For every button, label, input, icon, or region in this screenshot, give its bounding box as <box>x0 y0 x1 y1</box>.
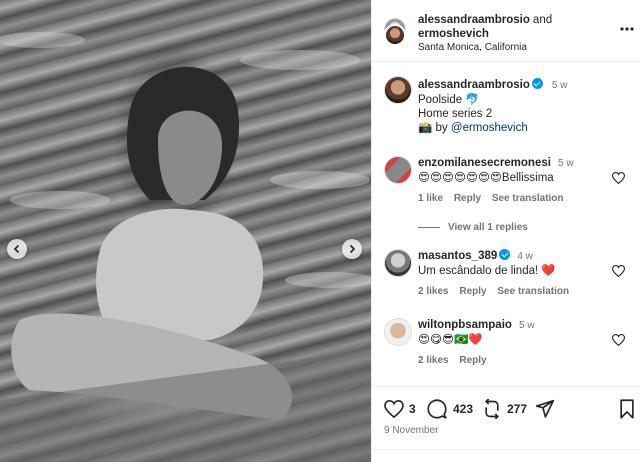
post-header: alessandraambrosio and ermoshevich Santa… <box>372 0 640 62</box>
comment-avatar[interactable] <box>384 318 412 346</box>
view-replies-button[interactable]: View all 1 replies <box>418 222 528 233</box>
comment-icon[interactable] <box>427 399 447 419</box>
comments-count[interactable]: 423 <box>453 402 473 416</box>
comment-item: masantos_389 4 w Um escândalo de linda! … <box>418 249 618 299</box>
caption-line-3: 📸 by @ermoshevich <box>418 121 628 135</box>
more-options-icon[interactable] <box>620 27 634 31</box>
post-side-panel: alessandraambrosio and ermoshevich Santa… <box>371 0 640 462</box>
caption: alessandraambrosio 5 w Poolside 🐬 Home s… <box>418 78 628 135</box>
dolphin-emoji: 🐬 <box>465 94 480 106</box>
repost-icon[interactable] <box>482 399 502 419</box>
caption-line-3-prefix: by <box>435 122 448 134</box>
author-avatar[interactable] <box>384 24 406 46</box>
comment-item: wiltonpbsampaio 5 w 😍😋😎🇧🇷❤️ 2 likes Repl… <box>418 318 618 368</box>
header-username-1[interactable]: alessandraambrosio <box>418 14 530 26</box>
comment-likes[interactable]: 2 likes <box>418 286 449 297</box>
replies-divider <box>418 227 440 228</box>
carousel-next-button[interactable] <box>342 239 362 259</box>
comment-text: Um escândalo de linda! ❤️ <box>418 265 556 277</box>
comment-username[interactable]: wiltonpbsampaio <box>418 319 512 331</box>
comment-actions: 2 likes Reply See translation <box>418 284 618 299</box>
caption-avatar[interactable] <box>384 76 412 104</box>
comment-avatar[interactable] <box>384 156 412 184</box>
photo-content <box>0 32 371 462</box>
comment-text: 😍😋😎🇧🇷❤️ <box>418 334 483 346</box>
comment-avatar[interactable] <box>384 249 412 277</box>
caption-line-1: Poolside 🐬 <box>418 93 628 107</box>
comment-time[interactable]: 5 w <box>519 320 535 331</box>
caption-time[interactable]: 5 w <box>552 80 568 91</box>
caption-line-1-text: Poolside <box>418 94 463 106</box>
reposts-count[interactable]: 277 <box>507 402 527 416</box>
comment-item: enzomilanesecremonesi 5 w 😍😍😍😍😍😍😍Belliss… <box>418 156 618 206</box>
header-username-2[interactable]: ermoshevich <box>418 28 489 40</box>
camera-emoji: 📸 <box>418 122 433 134</box>
post-actions-bar: 3 423 277 9 November <box>372 386 640 462</box>
chevron-left-icon <box>13 244 20 254</box>
share-icon[interactable] <box>535 399 555 419</box>
verified-badge-icon <box>499 249 511 260</box>
comment-likes[interactable]: 2 likes <box>418 355 449 366</box>
header-joiner: and <box>532 14 553 26</box>
bookmark-icon[interactable] <box>618 399 636 419</box>
comment-username[interactable]: masantos_389 <box>418 250 497 262</box>
comment-reply-button[interactable]: Reply <box>454 193 481 204</box>
comment-time[interactable]: 4 w <box>517 251 533 262</box>
footer-divider <box>372 449 640 450</box>
see-translation-button[interactable]: See translation <box>492 193 564 204</box>
likes-count[interactable]: 3 <box>409 402 416 416</box>
comment-text: 😍😍😍😍😍😍😍Bellissima <box>418 172 554 184</box>
comment-reply-button[interactable]: Reply <box>459 355 486 366</box>
header-title: alessandraambrosio and ermoshevich <box>418 13 552 41</box>
post-date[interactable]: 9 November <box>384 425 438 436</box>
header-location[interactable]: Santa Monica, California <box>418 42 527 53</box>
comment-actions: 1 like Reply See translation <box>418 191 618 206</box>
comment-time[interactable]: 5 w <box>558 158 574 169</box>
carousel-prev-button[interactable] <box>7 239 27 259</box>
comment-reply-button[interactable]: Reply <box>459 286 486 297</box>
heart-icon[interactable] <box>612 172 625 184</box>
chevron-right-icon <box>349 244 356 254</box>
heart-icon[interactable] <box>612 334 625 346</box>
post-viewer: alessandraambrosio and ermoshevich Santa… <box>0 0 640 462</box>
view-replies-label: View all 1 replies <box>448 222 528 233</box>
comment-actions: 2 likes Reply <box>418 353 618 368</box>
heart-icon[interactable] <box>612 265 625 277</box>
post-photo[interactable] <box>0 0 371 462</box>
comment-likes[interactable]: 1 like <box>418 193 443 204</box>
comment-username[interactable]: enzomilanesecremonesi <box>418 157 551 169</box>
see-translation-button[interactable]: See translation <box>497 286 569 297</box>
verified-badge-icon <box>531 78 543 89</box>
like-heart-icon[interactable] <box>384 400 404 418</box>
caption-line-2: Home series 2 <box>418 108 493 120</box>
mention-link[interactable]: @ermoshevich <box>451 122 528 134</box>
caption-username[interactable]: alessandraambrosio <box>418 79 530 91</box>
